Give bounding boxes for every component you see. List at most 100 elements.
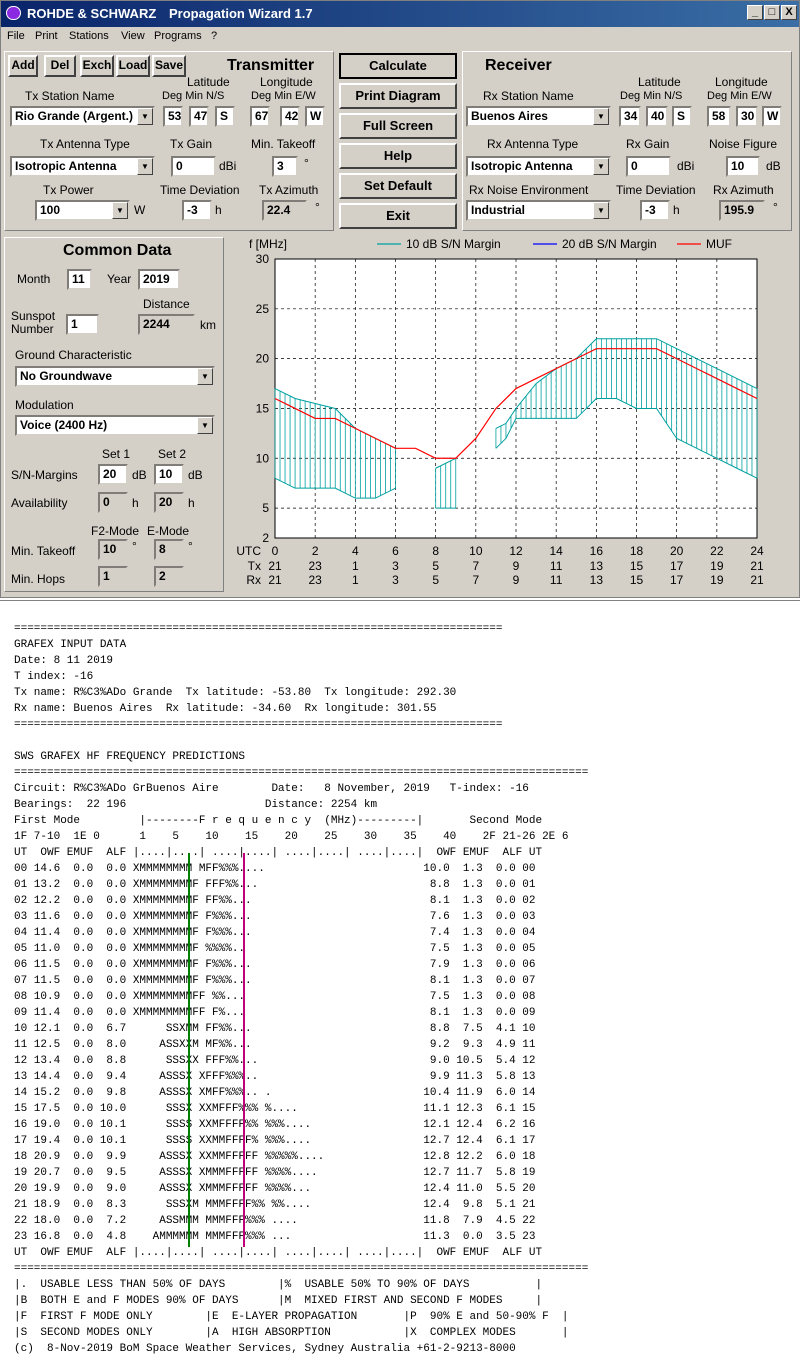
report-line: Tx name: R%C3%ADo Grande Tx latitude: -5… — [14, 687, 457, 699]
legend-label: 20 dB S/N Margin — [562, 237, 657, 251]
legend-label: 10 dB S/N Margin — [406, 237, 501, 251]
menu-help[interactable]: ? — [211, 30, 217, 42]
help-button[interactable]: Help — [339, 143, 457, 169]
tx-tick-label: 7 — [472, 559, 479, 573]
sn-set2-field[interactable]: 10 — [154, 464, 184, 485]
rx-station-combo[interactable]: Buenos Aires ▼ — [466, 106, 611, 127]
utc-tick-label: 6 — [392, 544, 399, 558]
year-field[interactable]: 2019 — [138, 269, 180, 290]
report-line: |B BOTH E and F MODES 90% OF DAYS |M MIX… — [14, 1295, 543, 1307]
tx-lon-min-field[interactable]: 42 — [280, 106, 300, 127]
rx-noise-label: Noise Figure — [709, 137, 778, 151]
distance-label: Distance — [143, 297, 190, 311]
ground-combo[interactable]: No Groundwave ▼ — [15, 366, 215, 387]
tx-station-combo[interactable]: Rio Grande (Argent.) ▼ — [10, 106, 155, 127]
tx-longitude-label: Longitude — [260, 75, 313, 89]
menu-file[interactable]: File — [7, 30, 25, 42]
tx-power-label: Tx Power — [43, 183, 94, 197]
sunspot-field[interactable]: 1 — [66, 314, 99, 335]
title-company: ROHDE & SCHWARZ — [27, 6, 157, 21]
del-button[interactable]: Del — [44, 55, 76, 77]
maximize-button[interactable]: □ — [764, 5, 780, 20]
chevron-down-icon[interactable]: ▼ — [137, 108, 153, 125]
tx-azimuth-field: 22.4 — [262, 200, 307, 221]
rx-tick-label: 11 — [550, 573, 563, 587]
close-button[interactable]: X — [781, 5, 797, 20]
chevron-down-icon[interactable]: ▼ — [593, 202, 609, 219]
rx-antenna-combo[interactable]: Isotropic Antenna ▼ — [466, 156, 611, 177]
tx-lat-ns-field[interactable]: S — [215, 106, 235, 127]
minimize-button[interactable]: _ — [747, 5, 763, 20]
menu-print[interactable]: Print — [35, 30, 58, 42]
takeoff-f2-field: 10 — [98, 539, 128, 560]
rx-tick-label: 15 — [630, 573, 644, 587]
modulation-combo[interactable]: Voice (2400 Hz) ▼ — [15, 415, 215, 436]
set-default-button[interactable]: Set Default — [339, 173, 457, 199]
availability-label: Availability — [11, 496, 68, 510]
report-line: 15 17.5 0.0 10.0 SSSX XXMFFF%%% %.... 11… — [14, 1103, 536, 1115]
rx-lat-ns-field[interactable]: S — [672, 106, 692, 127]
rx-tick-label: 17 — [670, 573, 684, 587]
tx-timedev-field[interactable]: -3 — [182, 200, 212, 221]
save-button[interactable]: Save — [152, 55, 186, 77]
rx-gain-field[interactable]: 0 — [626, 156, 671, 177]
owf-marker-line — [188, 853, 190, 1247]
calculate-button[interactable]: Calculate — [339, 53, 457, 79]
tx-lon-ew-field[interactable]: W — [305, 106, 325, 127]
ground-value: No Groundwave — [20, 369, 113, 383]
rx-env-combo[interactable]: Industrial ▼ — [466, 200, 611, 221]
report-rule: ========================================… — [14, 1263, 589, 1275]
menu-stations[interactable]: Stations — [69, 30, 109, 42]
rx-antenna-value: Isotropic Antenna — [471, 159, 573, 173]
sn-set1-field[interactable]: 20 — [98, 464, 128, 485]
utc-tick-label: 10 — [469, 544, 483, 558]
report-line: 18 20.9 0.0 9.9 ASSSX XXMMFFFFF %%%%%...… — [14, 1151, 536, 1163]
rx-lat-deg-field[interactable]: 34 — [619, 106, 641, 127]
chevron-down-icon[interactable]: ▼ — [197, 417, 213, 434]
print-diagram-button[interactable]: Print Diagram — [339, 83, 457, 109]
frequency-chart: 251015202530f [MHz]UTCTxRx0 2 4 6 8 10 12 14 16 1… — [236, 237, 764, 587]
ground-label: Ground Characteristic — [15, 348, 132, 362]
menu-programs[interactable]: Programs — [154, 30, 202, 42]
chevron-down-icon[interactable]: ▼ — [112, 202, 128, 219]
report-line: 21 18.9 0.0 8.3 SSSXM MMMFFFF%% %%.... 1… — [14, 1199, 536, 1211]
tx-takeoff-field[interactable]: 3 — [272, 156, 298, 177]
tx-gain-field[interactable]: 0 — [171, 156, 216, 177]
rx-env-value: Industrial — [471, 203, 526, 217]
rx-longitude-label: Longitude — [715, 75, 768, 89]
chevron-down-icon[interactable]: ▼ — [593, 108, 609, 125]
rx-tick-label: 9 — [513, 573, 520, 587]
tx-power-value: 100 — [40, 203, 61, 217]
rx-lon-deg-field[interactable]: 58 — [707, 106, 731, 127]
rx-lon-min-field[interactable]: 30 — [736, 106, 758, 127]
tx-power-combo[interactable]: 100 ▼ — [35, 200, 130, 221]
y-tick-label: 2 — [262, 531, 269, 545]
load-button[interactable]: Load — [116, 55, 150, 77]
report-line: 19 20.7 0.0 9.5 ASSSX XMMMFFFFF %%%%....… — [14, 1167, 536, 1179]
tx-antenna-combo[interactable]: Isotropic Antenna ▼ — [10, 156, 155, 177]
utc-tick-label: 8 — [432, 544, 439, 558]
report-line: (c) 8-Nov-2019 BoM Space Weather Service… — [14, 1343, 516, 1355]
report-line: 09 11.4 0.0 0.0 XMMMMMMMMFF F%... 8.1 1.… — [14, 1007, 536, 1019]
add-button[interactable]: Add — [8, 55, 38, 77]
chevron-down-icon[interactable]: ▼ — [137, 158, 153, 175]
rx-lat-min-field[interactable]: 40 — [646, 106, 668, 127]
tx-lat-deg-field[interactable]: 53 — [163, 106, 183, 127]
month-field[interactable]: 11 — [67, 269, 92, 290]
exch-button[interactable]: Exch — [80, 55, 114, 77]
rx-timedev-field[interactable]: -3 — [640, 200, 670, 221]
rx-azimuth-unit: ° — [773, 200, 778, 214]
x-row-label: Rx — [246, 573, 261, 587]
rx-noise-field[interactable]: 10 — [726, 156, 760, 177]
full-screen-button[interactable]: Full Screen — [339, 113, 457, 139]
menu-view[interactable]: View — [121, 30, 145, 42]
rx-lon-ew-field[interactable]: W — [762, 106, 782, 127]
chevron-down-icon[interactable]: ▼ — [197, 368, 213, 385]
exit-button[interactable]: Exit — [339, 203, 457, 229]
tx-lat-min-field[interactable]: 47 — [189, 106, 209, 127]
avail-set1-field: 0 — [98, 492, 128, 513]
tx-tick-label: 13 — [590, 559, 604, 573]
report-rule: ========================================… — [14, 719, 503, 731]
tx-lon-deg-field[interactable]: 67 — [250, 106, 270, 127]
chevron-down-icon[interactable]: ▼ — [593, 158, 609, 175]
